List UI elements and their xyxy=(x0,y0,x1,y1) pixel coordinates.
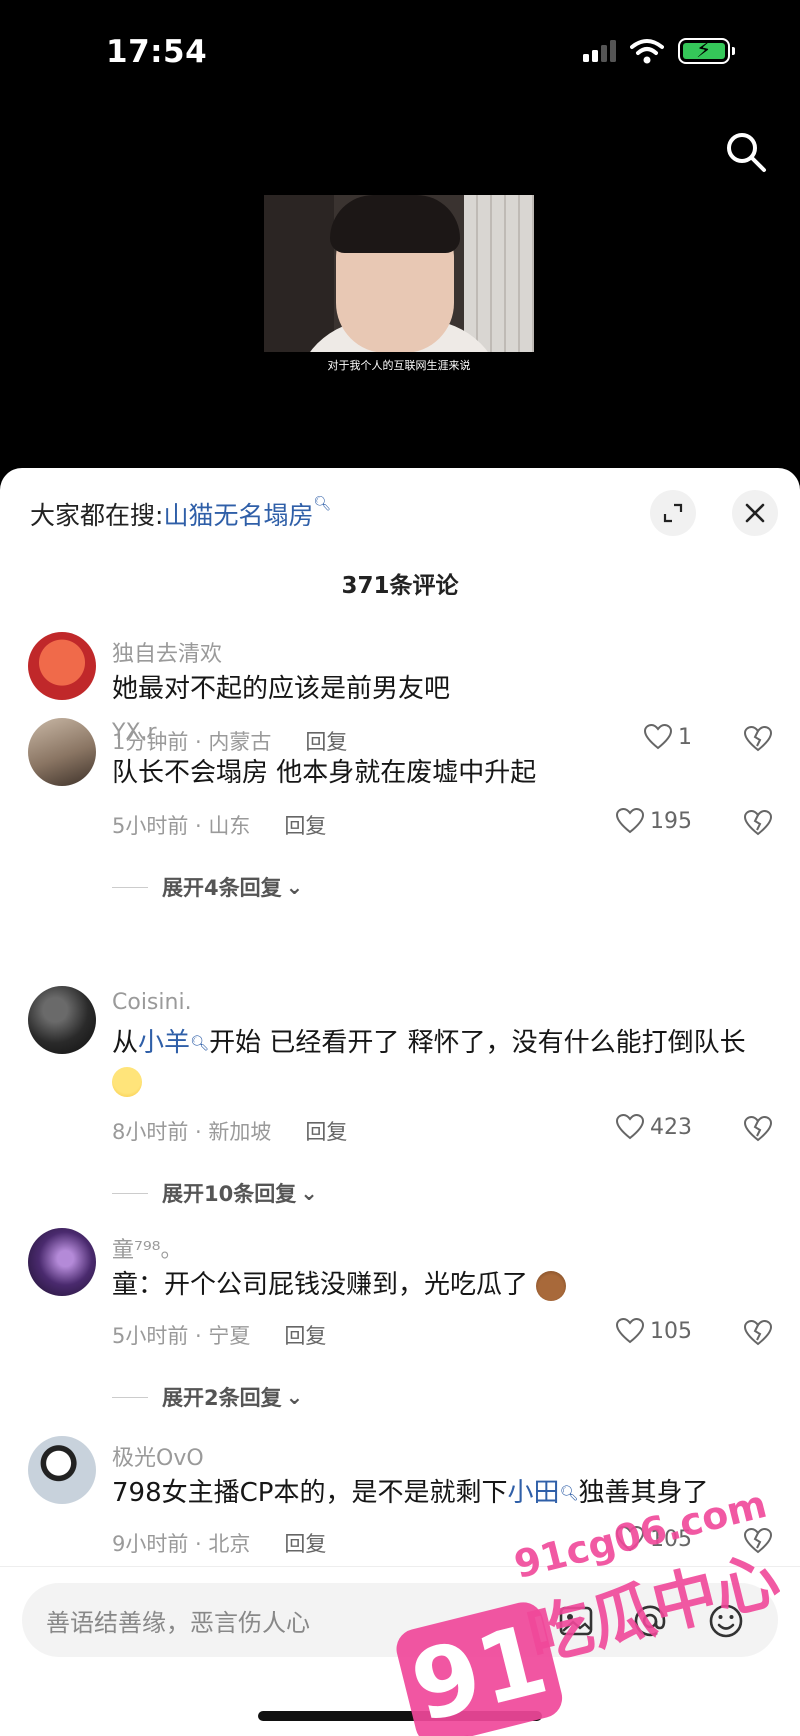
search-small-icon: 🔍︎ xyxy=(313,496,332,512)
hot-search-prefix: 大家都在搜: xyxy=(30,501,164,530)
broken-heart-icon[interactable] xyxy=(744,726,772,752)
broken-heart-icon[interactable] xyxy=(744,1320,772,1346)
comment-text: 童：开个公司屁钱没赚到，光吃瓜了 xyxy=(112,1266,772,1304)
video-player[interactable]: 对于我个人的互联网生涯来说 xyxy=(264,195,534,380)
expand-replies-button[interactable]: 展开4条回复 ⌄ xyxy=(112,872,303,902)
expand-replies-button[interactable]: 展开10条回复 ⌄ xyxy=(112,1178,318,1208)
comment-text: 从小羊🔍︎开始 已经看开了 释怀了，没有什么能打倒队长 xyxy=(112,1024,772,1100)
comment-input-placeholder: 善语结善缘，恶言伤人心 xyxy=(46,1609,310,1637)
comment-time-location: 8小时前 · 新加坡 xyxy=(112,1120,272,1144)
comment-input[interactable]: 善语结善缘，恶言伤人心 xyxy=(22,1583,778,1657)
reply-button[interactable]: 回复 xyxy=(284,1324,326,1348)
sweat-smile-emoji-icon xyxy=(112,1066,142,1097)
heart-icon xyxy=(644,724,672,750)
avatar[interactable] xyxy=(28,986,96,1054)
broken-heart-icon[interactable] xyxy=(744,1528,772,1554)
comment-input-bar: 善语结善缘，恶言伤人心 xyxy=(0,1566,800,1736)
status-bar: 17:54 ⚡ xyxy=(0,0,800,110)
close-icon xyxy=(745,503,765,523)
expand-icon xyxy=(663,503,683,523)
hot-search-keyword[interactable]: 山猫无名塌房 xyxy=(163,501,313,530)
like-button[interactable]: 1 xyxy=(644,724,692,750)
comment-time-location: 5小时前 · 宁夏 xyxy=(112,1324,251,1348)
expand-replies-label: 展开10条回复 xyxy=(162,1182,297,1206)
home-indicator xyxy=(258,1711,542,1721)
search-icon[interactable] xyxy=(722,128,770,176)
emoji-icon[interactable] xyxy=(706,1601,746,1641)
avatar[interactable] xyxy=(28,632,96,700)
video-caption: 对于我个人的互联网生涯来说 xyxy=(264,352,534,380)
close-panel-button[interactable] xyxy=(732,490,778,536)
expand-replies-button[interactable]: 展开2条回复 ⌄ xyxy=(112,1382,303,1412)
reply-button[interactable]: 回复 xyxy=(305,1120,347,1144)
comment-username[interactable]: 独自去清欢 xyxy=(112,636,222,668)
heart-icon xyxy=(616,1114,644,1140)
like-button[interactable]: 195 xyxy=(616,808,692,834)
chevron-down-icon: ⌄ xyxy=(300,1181,318,1205)
like-count: 423 xyxy=(650,1114,692,1140)
like-count: 105 xyxy=(650,1526,692,1552)
comment-meta: 9小时前 · 北京 回复 xyxy=(112,1528,326,1558)
comment-text: 队长不会塌房 他本身就在废墟中升起 xyxy=(112,758,537,788)
comment-text: 798女主播CP本的，是不是就剩下小田🔍︎独善其身了 xyxy=(112,1478,709,1508)
comment-time-location: 9小时前 · 北京 xyxy=(112,1532,251,1556)
avatar[interactable] xyxy=(28,1228,96,1296)
comments-panel: 大家都在搜:山猫无名塌房🔍︎ 371条评论 独自去清欢 她最对不起的应该是前男友… xyxy=(0,468,800,1736)
topic-link[interactable]: 小羊 xyxy=(138,1028,190,1058)
reply-button[interactable]: 回复 xyxy=(305,730,347,754)
topic-link[interactable]: 小田 xyxy=(507,1478,559,1508)
like-count: 1 xyxy=(678,724,692,750)
expand-replies-label: 展开2条回复 xyxy=(162,1386,282,1410)
reply-button[interactable]: 回复 xyxy=(284,1532,326,1556)
status-time: 17:54 xyxy=(106,34,208,70)
wifi-icon xyxy=(630,39,664,64)
expand-replies-label: 展开4条回复 xyxy=(162,876,282,900)
search-small-icon: 🔍︎ xyxy=(190,1034,210,1052)
search-small-icon: 🔍︎ xyxy=(559,1484,579,1502)
image-icon[interactable] xyxy=(556,1601,596,1641)
comment-text: 她最对不起的应该是前男友吧 xyxy=(112,674,451,704)
battery-charging-icon: ⚡ xyxy=(678,38,735,64)
melon-eating-emoji-icon xyxy=(536,1270,567,1301)
comment-time-location: 5小时前 · 山东 xyxy=(112,814,251,838)
status-icons: ⚡ xyxy=(583,38,735,64)
heart-icon xyxy=(616,1526,644,1552)
chevron-down-icon: ⌄ xyxy=(285,1385,304,1409)
expand-panel-button[interactable] xyxy=(650,490,696,536)
comment-username[interactable]: YX.r xyxy=(112,720,157,745)
like-count: 195 xyxy=(650,808,692,834)
at-mention-icon[interactable] xyxy=(630,1601,670,1641)
avatar[interactable] xyxy=(28,1436,96,1504)
comment-meta: 8小时前 · 新加坡 回复 xyxy=(112,1116,347,1146)
broken-heart-icon[interactable] xyxy=(744,1116,772,1142)
heart-icon xyxy=(616,808,644,834)
like-count: 105 xyxy=(650,1318,692,1344)
hot-search-bar[interactable]: 大家都在搜:山猫无名塌房🔍︎ xyxy=(30,496,331,532)
like-button[interactable]: 105 xyxy=(616,1526,692,1552)
like-button[interactable]: 105 xyxy=(616,1318,692,1344)
heart-icon xyxy=(616,1318,644,1344)
comment-username[interactable]: 极光OvO xyxy=(112,1440,204,1472)
like-button[interactable]: 423 xyxy=(616,1114,692,1140)
comment-count: 371条评论 xyxy=(341,573,459,599)
comment-username[interactable]: Coisini. xyxy=(112,990,192,1015)
avatar[interactable] xyxy=(28,718,96,786)
broken-heart-icon[interactable] xyxy=(744,810,772,836)
chevron-down-icon: ⌄ xyxy=(285,875,304,899)
comment-meta: 5小时前 · 宁夏 回复 xyxy=(112,1320,326,1350)
comment-meta: 5小时前 · 山东 回复 xyxy=(112,810,326,840)
cellular-signal-icon xyxy=(583,40,616,62)
reply-button[interactable]: 回复 xyxy=(284,814,326,838)
comment-username[interactable]: 童⁷⁹⁸。 xyxy=(112,1232,182,1264)
